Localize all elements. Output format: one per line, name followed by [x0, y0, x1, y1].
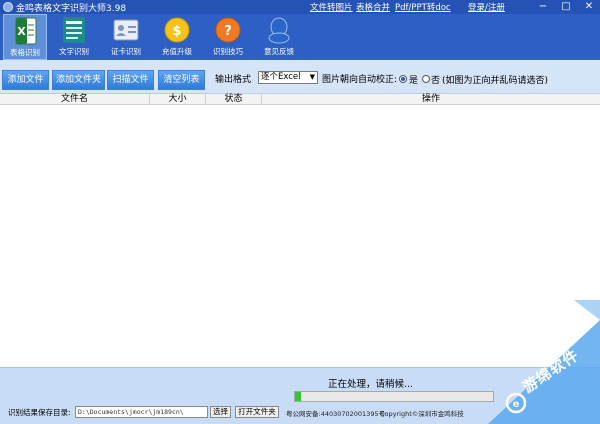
help-icon: ?	[215, 17, 241, 43]
tool-label: 证卡识别	[111, 47, 141, 56]
coin-icon: $	[164, 17, 190, 43]
orientation-yes-radio[interactable]	[399, 75, 407, 83]
close-button[interactable]: ✕	[581, 0, 597, 14]
scan-file-button[interactable]: 扫描文件	[107, 70, 154, 90]
tool-table-recognition[interactable]: X 表格识别	[3, 14, 47, 60]
tool-recharge-upgrade[interactable]: $ 充值升级	[155, 14, 199, 60]
output-format-label: 输出格式	[215, 75, 252, 85]
output-format-value: 逐个Excel	[261, 72, 301, 82]
orientation-hint: (如图为正向并乱码请选否)	[442, 76, 549, 86]
column-filename[interactable]: 文件名	[0, 94, 150, 105]
save-dir-label: 识别结果保存目录:	[8, 408, 71, 417]
excel-icon: X	[15, 17, 37, 45]
table-header: 文件名 大小 状态 操作	[0, 94, 600, 105]
orientation-yes-label: 是	[409, 76, 419, 86]
tool-label: 表格识别	[10, 48, 40, 57]
tool-label: 充值升级	[162, 47, 192, 56]
svg-text:X: X	[17, 25, 26, 38]
add-file-button[interactable]: 添加文件	[2, 70, 49, 90]
title-bar: 金鸣表格文字识别大师3.98 文件转图片 表格合并 Pdf/PPT转doc 登录…	[0, 0, 600, 14]
column-actions[interactable]: 操作	[262, 94, 600, 105]
tool-feedback[interactable]: 意见反馈	[257, 14, 301, 60]
open-folder-button[interactable]: 打开文件夹	[235, 406, 279, 418]
svg-text:e: e	[513, 399, 520, 410]
qq-icon	[268, 17, 290, 44]
login-register-link[interactable]: 登录/注册	[468, 1, 505, 13]
file-to-image-link[interactable]: 文件转图片	[310, 1, 353, 13]
svg-text:$: $	[172, 24, 181, 39]
tool-text-recognition[interactable]: 文字识别	[52, 14, 96, 60]
main-toolbar: X 表格识别 文字识别 证卡识别 $ 充值升级 ? 识别技巧 意见反馈	[0, 14, 600, 60]
tool-label: 意见反馈	[264, 47, 294, 56]
save-dir-input[interactable]: D:\Documents\jmocr\jm189cn\	[75, 406, 208, 418]
svg-text:?: ?	[224, 24, 232, 39]
choose-dir-button[interactable]: 选择	[210, 406, 231, 418]
orientation-label: 图片朝向自动校正:	[322, 75, 398, 85]
column-status[interactable]: 状态	[206, 94, 262, 105]
app-title: 金鸣表格文字识别大师3.98	[16, 4, 127, 14]
minimize-button[interactable]: −	[535, 0, 551, 14]
copyright: Copyright©深圳市金鸣科技	[380, 410, 464, 418]
id-card-icon	[113, 19, 139, 41]
pdf-ppt-to-doc-link[interactable]: Pdf/PPT转doc	[395, 1, 451, 13]
orientation-no-label: 否	[431, 76, 441, 86]
output-format-select[interactable]: 逐个Excel ▼	[258, 71, 318, 84]
progress-fill	[295, 392, 301, 401]
tool-recognition-tips[interactable]: ? 识别技巧	[206, 14, 250, 60]
tool-card-recognition[interactable]: 证卡识别	[104, 14, 148, 60]
document-icon	[63, 17, 85, 43]
chevron-down-icon: ▼	[309, 73, 315, 81]
icp-record: 粤公网安备:44030702001395号	[286, 410, 386, 418]
tool-label: 识别技巧	[213, 47, 243, 56]
orientation-no-radio[interactable]	[422, 75, 430, 83]
column-size[interactable]: 大小	[150, 94, 206, 105]
app-logo-icon	[3, 2, 13, 12]
tool-label: 文字识别	[59, 47, 89, 56]
clear-list-button[interactable]: 清空列表	[158, 70, 205, 90]
progress-bar	[294, 391, 494, 402]
processing-status: 正在处理，请稍候...	[328, 379, 414, 390]
restore-button[interactable]: □	[558, 0, 574, 14]
add-folder-button[interactable]: 添加文件夹	[52, 70, 105, 90]
table-merge-link[interactable]: 表格合并	[356, 1, 390, 13]
